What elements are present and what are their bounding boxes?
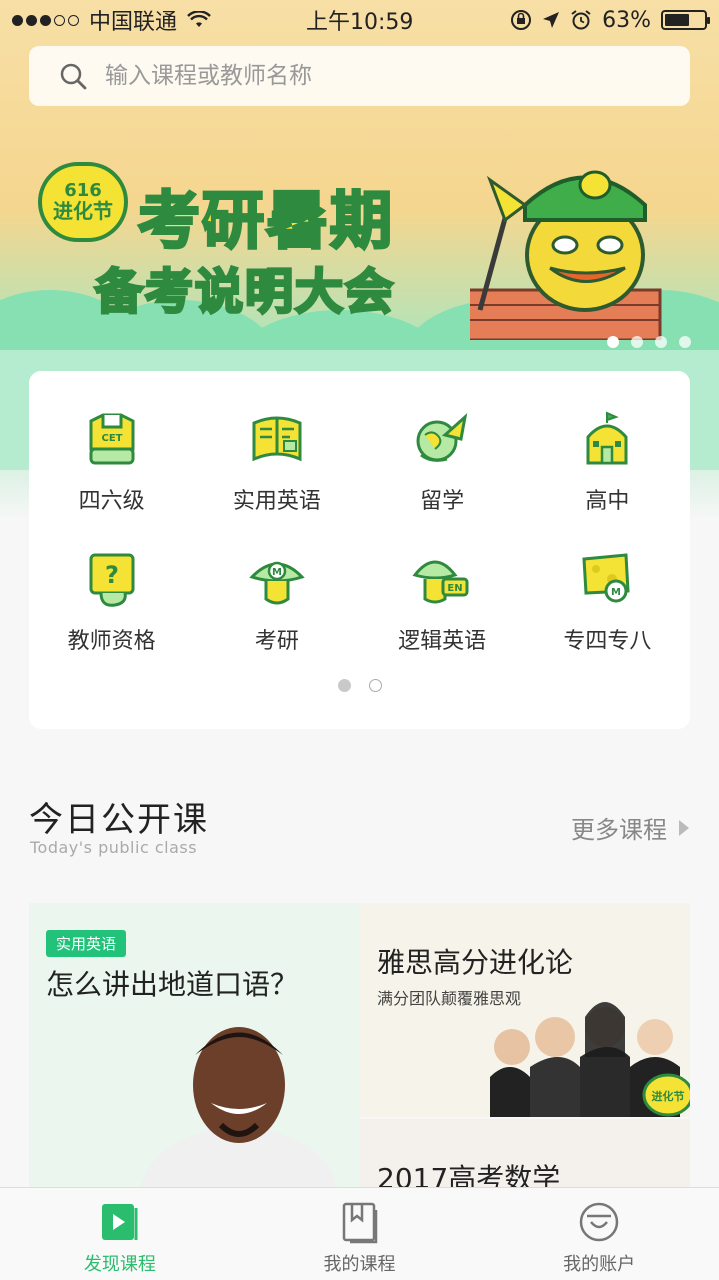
category-label: 逻辑英语	[398, 629, 487, 654]
badge-number: 616	[64, 180, 102, 201]
course-tag: 实用英语	[46, 930, 127, 957]
en-mushroom-icon: EN	[412, 560, 469, 604]
tab-discover-courses[interactable]: 发现课程	[0, 1188, 240, 1280]
category-page-dot[interactable]	[368, 679, 382, 692]
course-card-ielts[interactable]: 雅思高分进化论 满分团队颠覆雅思观 进化节	[360, 903, 690, 1117]
category-card: CET 四六级 实用英语 留学 高中 ? 教师资格 M 考研 EN 逻辑英语 M…	[29, 371, 690, 729]
cet-shirt-icon: CET	[89, 413, 135, 465]
course-list: 实用英语 怎么讲出地道口语？ 雅思高分进化论 满分团队颠覆雅思观 进化节 201…	[29, 903, 690, 1193]
category-label: 留学	[420, 489, 465, 514]
cheese-badge-icon: M	[582, 553, 630, 603]
category-item-teacher-cert[interactable]: ? 教师资格	[29, 549, 194, 655]
tab-my-account[interactable]: 我的账户	[479, 1188, 719, 1280]
category-label: 教师资格	[67, 629, 156, 654]
signal-strength-icon	[12, 14, 79, 26]
category-item-study-abroad[interactable]: 留学	[360, 409, 525, 515]
teacher-group-photo: 进化节	[490, 1002, 690, 1117]
tab-label: 发现课程	[83, 1254, 156, 1275]
category-item-cet[interactable]: CET 四六级	[29, 409, 194, 515]
smile-face-icon	[579, 1202, 619, 1242]
tab-label: 我的课程	[323, 1254, 396, 1275]
badge-text: 进化节	[53, 199, 113, 223]
category-label: 实用英语	[232, 489, 321, 514]
wifi-icon	[187, 11, 211, 27]
category-page-dot[interactable]	[337, 679, 351, 692]
svg-text:EN: EN	[448, 583, 463, 594]
category-item-practical-english[interactable]: 实用英语	[194, 409, 359, 515]
course-title: 怎么讲出地道口语？	[46, 968, 299, 1001]
search-input[interactable]	[105, 63, 665, 89]
bookmark-book-icon	[342, 1202, 377, 1244]
category-label: 考研	[254, 629, 299, 654]
svg-text:CET: CET	[101, 433, 122, 444]
category-label: 四六级	[78, 489, 145, 514]
banner-dot[interactable]	[631, 336, 643, 348]
teacher-photo	[139, 1027, 339, 1193]
tab-label: 我的账户	[563, 1254, 636, 1275]
play-square-icon	[101, 1204, 138, 1240]
clock: 上午10:59	[306, 10, 414, 35]
svg-text:M: M	[611, 587, 621, 598]
tab-my-courses[interactable]: 我的课程	[240, 1188, 480, 1280]
more-courses-label: 更多课程	[571, 816, 667, 844]
question-block-icon: ?	[89, 553, 135, 607]
rotation-lock-icon	[511, 10, 532, 30]
banner-subtitle: 备考说明大会	[93, 263, 396, 322]
category-label: 专四专八	[563, 629, 652, 654]
tab-bar: 发现课程 我的课程 我的账户	[0, 1187, 719, 1280]
mascot-illustration	[470, 170, 662, 340]
course-title: 雅思高分进化论	[377, 946, 574, 979]
banner-pagination[interactable]	[607, 336, 691, 348]
promo-badge: 616 进化节	[38, 162, 128, 242]
location-arrow-icon	[543, 12, 560, 28]
chevron-right-icon	[679, 819, 689, 836]
category-item-postgrad[interactable]: M 考研	[194, 549, 359, 655]
status-bar: 中国联通 上午10:59 63%	[0, 0, 719, 40]
svg-text:进化节: 进化节	[652, 1089, 685, 1103]
banner-title: 考研暑期	[136, 183, 395, 259]
globe-rocket-icon	[416, 412, 468, 462]
banner-dot[interactable]	[655, 336, 667, 348]
banner-dot[interactable]	[607, 336, 619, 348]
battery-percent: 63%	[602, 7, 651, 33]
battery-icon	[661, 10, 710, 30]
category-item-tem[interactable]: M 专四专八	[525, 549, 690, 655]
school-house-icon	[586, 411, 628, 465]
banner-dot[interactable]	[679, 336, 691, 348]
alarm-icon	[571, 10, 591, 30]
svg-text:M: M	[272, 567, 282, 578]
more-courses-link[interactable]: 更多课程	[571, 810, 691, 845]
svg-text:?: ?	[105, 561, 119, 589]
category-pagination[interactable]	[29, 679, 690, 692]
search-icon	[60, 63, 87, 90]
carrier-name: 中国联通	[89, 10, 178, 35]
category-item-high-school[interactable]: 高中	[525, 409, 690, 515]
search-bar[interactable]	[29, 46, 690, 106]
category-item-logic-english[interactable]: EN 逻辑英语	[360, 549, 525, 655]
course-card-gaokao-math[interactable]: 2017高考数学	[360, 1119, 690, 1193]
section-subtitle: Today's public class	[30, 838, 198, 857]
book-icon	[252, 416, 302, 462]
mushroom-icon: M	[249, 561, 305, 605]
section-title: 今日公开课	[29, 800, 209, 840]
course-card-spoken-english[interactable]: 实用英语 怎么讲出地道口语？	[29, 903, 360, 1193]
category-grid: CET 四六级 实用英语 留学 高中 ? 教师资格 M 考研 EN 逻辑英语 M…	[29, 409, 690, 655]
category-label: 高中	[585, 489, 630, 514]
